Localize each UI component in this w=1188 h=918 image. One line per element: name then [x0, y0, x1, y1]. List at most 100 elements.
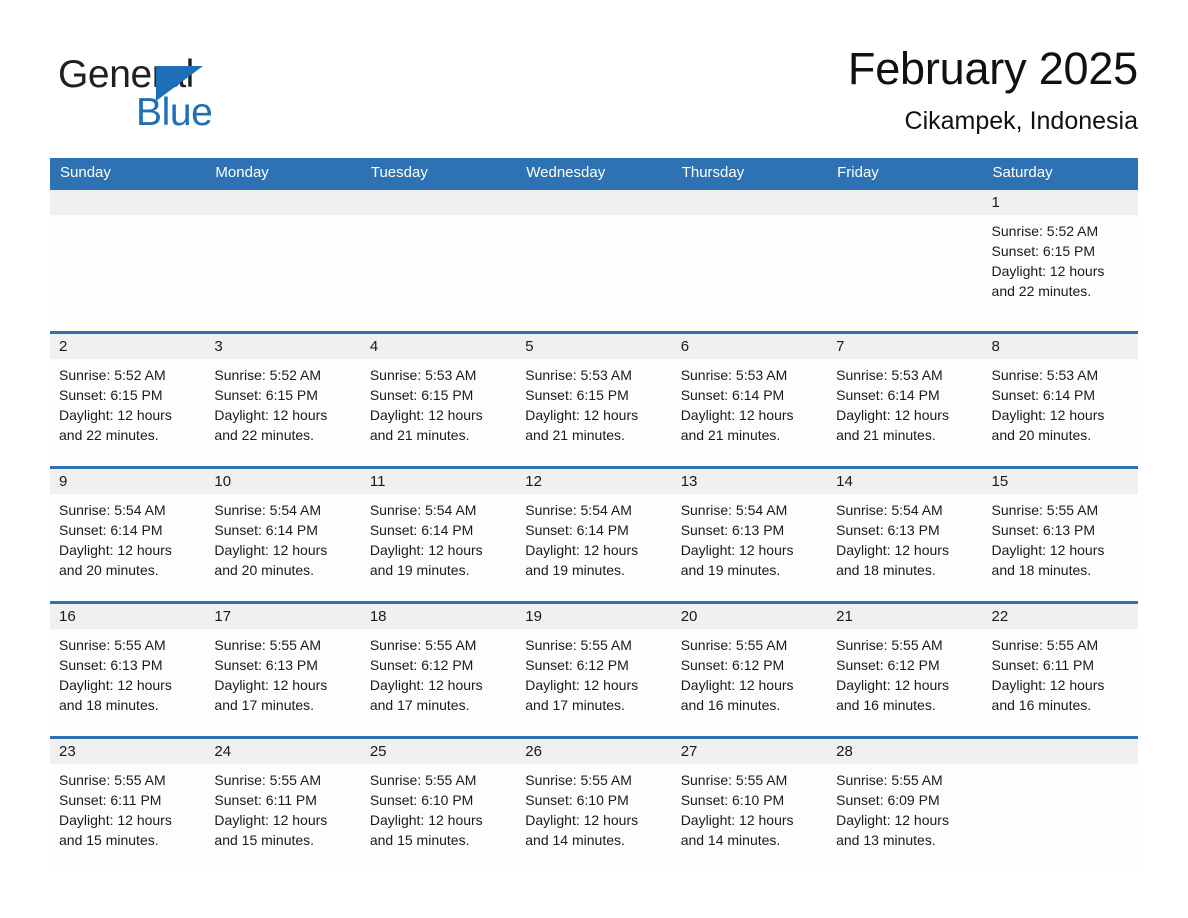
day-detail-line: Sunrise: 5:53 AM — [525, 367, 632, 383]
day-detail-line: Daylight: 12 hours — [525, 542, 639, 558]
weekday-header-friday: Friday — [837, 164, 879, 181]
day-detail-line: Sunset: 6:13 PM — [214, 657, 318, 673]
day-detail-line: Sunrise: 5:54 AM — [369, 502, 477, 518]
day-cell-7[interactable]: 7 Sunrise: 5:53 AM Sunset: 6:14 PM Daylight… — [827, 331, 983, 466]
day-detail-line: Daylight: 12 hours — [680, 812, 794, 828]
day-cell-23[interactable]: 23 Sunrise: 5:55 AM Sunset: 6:11 PM Dayligh… — [50, 736, 206, 871]
day-cell-5[interactable]: 5 Sunrise: 5:53 AM Sunset: 6:15 PM Daylight… — [516, 331, 672, 466]
day-detail-line: Sunrise: 5:52 AM — [214, 367, 322, 383]
day-detail-line: Daylight: 12 hours — [836, 677, 949, 693]
day-number: 5 — [516, 334, 672, 359]
day-cell-9[interactable]: 9 Sunrise: 5:54 AM Sunset: 6:14 PM Daylight… — [50, 466, 206, 601]
day-detail-line: and 15 minutes. — [214, 832, 315, 848]
day-cell-8[interactable]: 8 Sunrise: 5:53 AM Sunset: 6:14 PM Daylight… — [982, 331, 1138, 466]
day-details — [50, 215, 205, 221]
day-cell-3[interactable]: 3 Sunrise: 5:52 AM Sunset: 6:15 PM Daylight… — [205, 331, 361, 466]
day-cell-16[interactable]: 16 Sunrise: 5:55 AM Sunset: 6:13 PM Dayligh… — [50, 601, 206, 736]
day-detail-line: and 22 minutes. — [214, 427, 315, 443]
day-cell-27[interactable]: 27 Sunrise: 5:55 AM Sunset: 6:10 PM Dayligh… — [671, 736, 828, 871]
day-detail-line: Daylight: 12 hours — [59, 542, 172, 558]
day-detail-line: Sunrise: 5:55 AM — [836, 772, 943, 788]
day-cell-21[interactable]: 21 Sunrise: 5:55 AM Sunset: 6:12 PM Dayligh… — [827, 601, 983, 736]
day-number: 17 — [205, 604, 361, 629]
day-detail-line: Daylight: 12 hours — [991, 407, 1105, 423]
day-detail-line: and 20 minutes. — [59, 562, 159, 578]
day-cell-18[interactable]: 18 Sunrise: 5:55 AM Sunset: 6:12 PM Dayligh… — [360, 601, 517, 736]
day-detail-line: Daylight: 12 hours — [525, 677, 639, 693]
day-number: 23 — [50, 739, 206, 764]
day-number: 13 — [671, 469, 828, 494]
day-detail-line: Sunset: 6:11 PM — [214, 792, 317, 808]
day-detail-line: Sunset: 6:10 PM — [525, 792, 629, 808]
day-number: 26 — [516, 739, 672, 764]
day-detail-line: Daylight: 12 hours — [991, 677, 1105, 693]
day-cell-11[interactable]: 11 Sunrise: 5:54 AM Sunset: 6:14 PM Dayligh… — [360, 466, 517, 601]
day-detail-line: Sunset: 6:15 PM — [369, 387, 474, 403]
day-details: Sunrise: 5:52 AM Sunset: 6:15 PM Daylight:… — [50, 359, 205, 445]
day-detail-line: and 19 minutes. — [369, 562, 470, 578]
day-cell-10[interactable]: 10 Sunrise: 5:54 AM Sunset: 6:14 PM Dayligh… — [205, 466, 361, 601]
day-cell-2[interactable]: 2 Sunrise: 5:52 AM Sunset: 6:15 PM Daylight… — [50, 331, 206, 466]
day-detail-line: Sunrise: 5:55 AM — [836, 637, 943, 653]
calendar-week-row: 23 Sunrise: 5:55 AM Sunset: 6:11 PM Dayligh… — [50, 736, 1138, 871]
day-detail-line: and 16 minutes. — [836, 697, 936, 713]
day-detail-line: Sunrise: 5:54 AM — [680, 502, 788, 518]
day-details: Sunrise: 5:54 AM Sunset: 6:14 PM Daylight:… — [205, 494, 360, 580]
day-detail-line: Sunset: 6:13 PM — [836, 522, 940, 538]
day-detail-line: Sunrise: 5:55 AM — [991, 502, 1099, 518]
day-cell-15[interactable]: 15 Sunrise: 5:55 AM Sunset: 6:13 PM Dayligh… — [982, 466, 1138, 601]
day-detail-line: Daylight: 12 hours — [836, 407, 949, 423]
day-number: 8 — [982, 334, 1138, 359]
day-details: Sunrise: 5:54 AM Sunset: 6:14 PM Daylight:… — [50, 494, 205, 580]
weekday-header-saturday: Saturday — [992, 164, 1053, 181]
day-detail-line: Sunrise: 5:54 AM — [59, 502, 166, 518]
day-cell-28[interactable]: 28 Sunrise: 5:55 AM Sunset: 6:09 PM Dayligh… — [827, 736, 983, 871]
day-cell-empty — [827, 187, 983, 331]
day-number: 3 — [205, 334, 361, 359]
day-number: 27 — [671, 739, 828, 764]
day-detail-line: Sunset: 6:12 PM — [525, 657, 629, 673]
day-details: Sunrise: 5:52 AM Sunset: 6:15 PM Daylight:… — [205, 359, 360, 445]
day-detail-line: Sunrise: 5:55 AM — [369, 772, 477, 788]
day-cell-24[interactable]: 24 Sunrise: 5:55 AM Sunset: 6:11 PM Dayligh… — [205, 736, 361, 871]
day-details: Sunrise: 5:55 AM Sunset: 6:12 PM Daylight:… — [516, 629, 671, 715]
day-number: 24 — [205, 739, 361, 764]
day-cell-13[interactable]: 13 Sunrise: 5:54 AM Sunset: 6:13 PM Dayligh… — [671, 466, 828, 601]
generalblue-logo[interactable]: General Blue — [58, 52, 318, 138]
calendar-weeks: 1 Sunrise: 5:52 AM Sunset: 6:15 PM Daylight… — [50, 187, 1138, 871]
day-details: Sunrise: 5:55 AM Sunset: 6:10 PM Daylight:… — [361, 764, 516, 850]
day-number: 11 — [360, 469, 517, 494]
day-cell-6[interactable]: 6 Sunrise: 5:53 AM Sunset: 6:14 PM Daylight… — [671, 331, 828, 466]
day-detail-line: and 19 minutes. — [680, 562, 781, 578]
day-detail-line: Sunrise: 5:54 AM — [214, 502, 322, 518]
day-cell-22[interactable]: 22 Sunrise: 5:55 AM Sunset: 6:11 PM Dayligh… — [982, 601, 1138, 736]
day-cell-1[interactable]: 1 Sunrise: 5:52 AM Sunset: 6:15 PM Daylight… — [982, 187, 1138, 331]
day-cell-4[interactable]: 4 Sunrise: 5:53 AM Sunset: 6:15 PM Daylight… — [360, 331, 517, 466]
day-cell-12[interactable]: 12 Sunrise: 5:54 AM Sunset: 6:14 PM Dayligh… — [516, 466, 672, 601]
day-number — [205, 190, 361, 215]
day-detail-line: Sunset: 6:15 PM — [214, 387, 318, 403]
day-detail-line: and 18 minutes. — [59, 697, 159, 713]
day-cell-25[interactable]: 25 Sunrise: 5:55 AM Sunset: 6:10 PM Dayligh… — [360, 736, 517, 871]
day-cell-19[interactable]: 19 Sunrise: 5:55 AM Sunset: 6:12 PM Dayligh… — [516, 601, 672, 736]
day-number: 22 — [982, 604, 1138, 629]
day-detail-line: Daylight: 12 hours — [680, 407, 794, 423]
calendar-week-row: 16 Sunrise: 5:55 AM Sunset: 6:13 PM Dayligh… — [50, 601, 1138, 736]
day-details: Sunrise: 5:55 AM Sunset: 6:12 PM Daylight:… — [672, 629, 827, 715]
day-detail-line: Sunset: 6:12 PM — [680, 657, 785, 673]
page-header: General Blue February 2025 Cikampek, Ind… — [50, 42, 1138, 150]
day-detail-line: Sunset: 6:14 PM — [59, 522, 163, 538]
day-cell-26[interactable]: 26 Sunrise: 5:55 AM Sunset: 6:10 PM Dayligh… — [516, 736, 672, 871]
day-detail-line: Daylight: 12 hours — [680, 542, 794, 558]
weekday-header-monday: Monday — [215, 164, 269, 181]
day-cell-20[interactable]: 20 Sunrise: 5:55 AM Sunset: 6:12 PM Dayligh… — [671, 601, 828, 736]
day-cell-14[interactable]: 14 Sunrise: 5:54 AM Sunset: 6:13 PM Dayligh… — [827, 466, 983, 601]
day-detail-line: Sunset: 6:13 PM — [680, 522, 785, 538]
day-detail-line: Sunrise: 5:53 AM — [369, 367, 477, 383]
calendar-week-row: 2 Sunrise: 5:52 AM Sunset: 6:15 PM Daylight… — [50, 331, 1138, 466]
day-detail-line: Daylight: 12 hours — [836, 812, 949, 828]
day-detail-line: Sunrise: 5:55 AM — [59, 772, 166, 788]
day-number — [827, 190, 983, 215]
day-detail-line: and 17 minutes. — [525, 697, 625, 713]
day-cell-17[interactable]: 17 Sunrise: 5:55 AM Sunset: 6:13 PM Dayligh… — [205, 601, 361, 736]
